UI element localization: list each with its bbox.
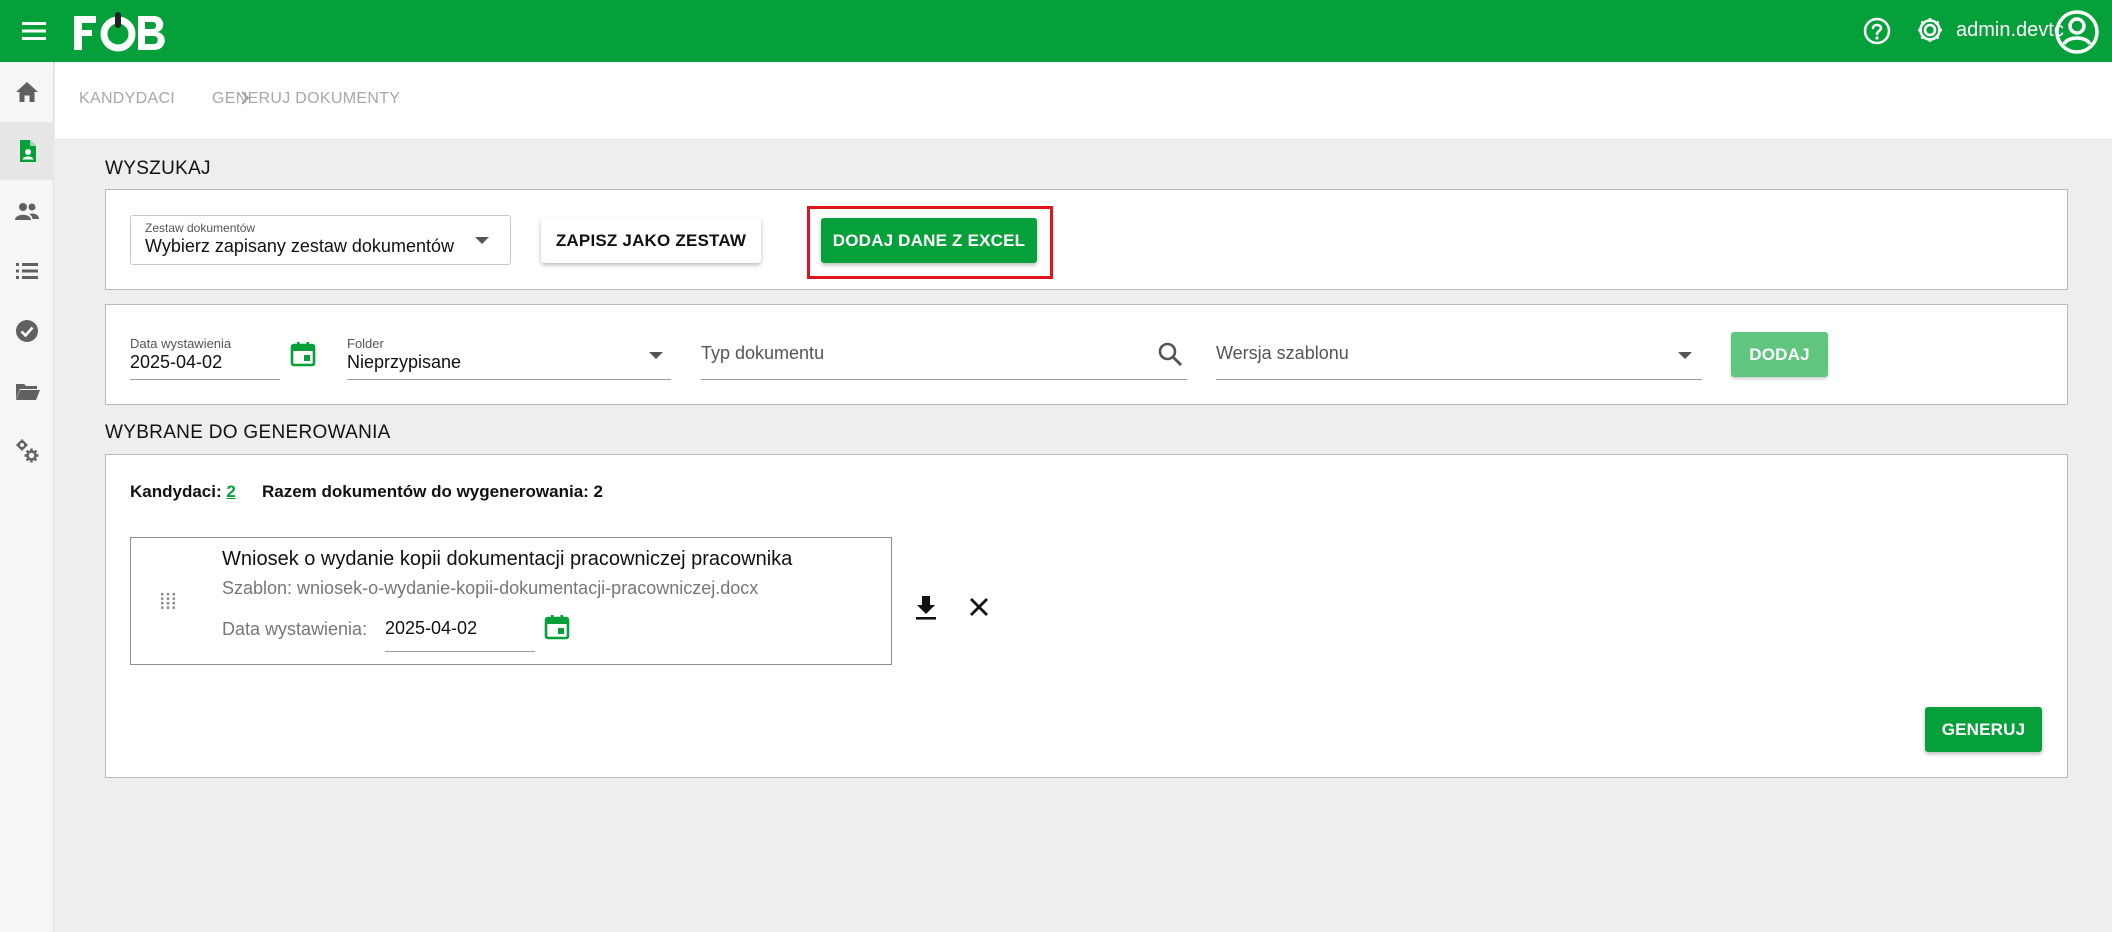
sidebar-item-approvals[interactable]	[0, 302, 54, 360]
top-app-bar: admin.devtc	[0, 0, 2112, 62]
candidates-count-link[interactable]: 2	[226, 482, 235, 501]
document-date-label: Data wystawienia:	[222, 619, 368, 639]
template-version-select[interactable]: Wersja szablonu	[1216, 343, 1349, 364]
download-icon[interactable]	[913, 593, 939, 621]
total-documents-summary: Razem dokumentów do wygenerowania: 2	[262, 482, 604, 501]
sidebar-item-list[interactable]	[0, 242, 54, 300]
document-title: Wniosek o wydanie kopii dokumentacji pra…	[222, 548, 793, 570]
check-circle-icon	[16, 320, 38, 342]
add-button[interactable]: DODAJ	[1731, 332, 1828, 377]
document-set-select[interactable]: Zestaw dokumentów Wybierz zapisany zesta…	[130, 215, 511, 265]
username-label[interactable]: admin.devtc	[1956, 19, 2064, 42]
account-circle-icon[interactable]	[2054, 9, 2100, 55]
issue-date-label: Data wystawienia	[130, 336, 232, 351]
candidates-label: Kandydaci:	[130, 482, 222, 501]
list-icon	[16, 263, 38, 279]
breadcrumb-item-candidates[interactable]: KANDYDACI	[79, 90, 175, 108]
chevron-down-icon	[475, 237, 489, 244]
section-title-search: WYSZUKAJ	[105, 158, 211, 179]
sidebar-item-folders[interactable]	[0, 362, 54, 420]
close-icon[interactable]	[966, 594, 992, 620]
sidebar-item-people[interactable]	[0, 182, 54, 240]
document-type-input[interactable]: Typ dokumentu	[701, 343, 824, 364]
breadcrumb: KANDYDACI GENERUJ DOKUMENTY	[55, 62, 2112, 140]
highlight-frame	[807, 206, 1053, 279]
sidebar-item-documents[interactable]	[0, 122, 54, 180]
folder-label: Folder	[347, 336, 384, 351]
section-title-selected: WYBRANE DO GENEROWANIA	[105, 422, 391, 443]
document-date-underline	[385, 651, 535, 652]
breadcrumb-item-generate-documents: GENERUJ DOKUMENTY	[212, 90, 401, 107]
chevron-down-icon[interactable]	[1678, 352, 1692, 359]
document-template: Szablon: wniosek-o-wydanie-kopii-dokumen…	[222, 578, 759, 598]
document-set-value: Wybierz zapisany zestaw dokumentów	[145, 236, 454, 256]
document-type-underline	[701, 379, 1187, 380]
generate-button[interactable]: GENERUJ	[1925, 707, 2042, 752]
sidebar	[0, 62, 54, 932]
folder-open-icon	[16, 384, 40, 400]
folder-underline	[347, 379, 671, 380]
issue-date-underline	[130, 379, 280, 380]
drag-handle-icon[interactable]	[160, 592, 176, 610]
help-icon[interactable]	[1862, 16, 1892, 46]
document-set-label: Zestaw dokumentów	[145, 221, 256, 235]
hamburger-menu-icon[interactable]	[20, 19, 48, 43]
search-icon[interactable]	[1156, 340, 1184, 368]
sidebar-item-settings[interactable]	[0, 422, 54, 480]
candidates-summary: Kandydaci: 2	[130, 482, 236, 502]
people-icon	[15, 203, 39, 220]
document-date-input[interactable]: 2025-04-02	[385, 618, 477, 639]
template-version-underline	[1216, 379, 1702, 380]
calendar-icon[interactable]	[289, 340, 317, 368]
folder-select[interactable]: Nieprzypisane	[347, 352, 461, 373]
home-icon	[16, 82, 38, 102]
document-person-icon	[20, 140, 36, 162]
sidebar-item-home[interactable]	[0, 63, 54, 121]
chevron-down-icon[interactable]	[649, 352, 663, 359]
save-as-set-button[interactable]: ZAPISZ JAKO ZESTAW	[541, 218, 761, 263]
settings-cogs-icon	[16, 439, 39, 463]
fob-logo[interactable]	[72, 6, 172, 56]
gear-icon[interactable]	[1915, 15, 1945, 45]
issue-date-input[interactable]: 2025-04-02	[130, 352, 222, 373]
calendar-icon[interactable]	[543, 613, 571, 641]
